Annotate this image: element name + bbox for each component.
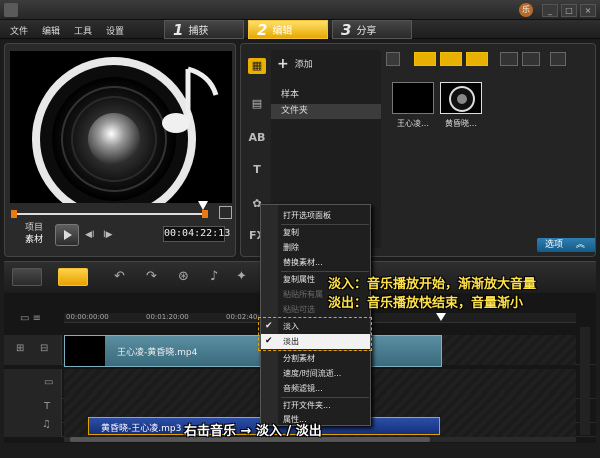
menu-tools[interactable]: 工具: [74, 24, 92, 37]
folder-item-folder[interactable]: 文件夹: [271, 104, 381, 119]
media-library-icon[interactable]: ▦: [248, 58, 266, 74]
scrubber-track[interactable]: [11, 201, 208, 219]
preview-panel: 项目 素材 ◀I I▶ 00:04:22:13: [4, 43, 236, 257]
fade-options-highlight: [258, 317, 372, 351]
tab-edit[interactable]: 2 编辑: [248, 20, 328, 39]
user-badge[interactable]: 乐: [519, 3, 533, 17]
plus-icon: +: [277, 56, 289, 72]
step-number: 2: [257, 20, 268, 39]
track-header: ♫: [4, 415, 62, 437]
mixer-icon[interactable]: ♪: [210, 269, 218, 285]
mode-project[interactable]: 项目: [25, 222, 43, 234]
step-number: 3: [341, 20, 352, 39]
thumbnail-view-icon[interactable]: [522, 52, 540, 66]
track-manager-icon[interactable]: ▭ ≡: [20, 313, 41, 324]
tick-label: 00:01:20:00: [146, 313, 189, 321]
audio-speaker-thumbnail[interactable]: [440, 82, 482, 114]
preview-mode-switch[interactable]: 项目 素材: [25, 222, 43, 246]
video-track-icon[interactable]: ⊞: [16, 343, 24, 354]
list-view-icon[interactable]: [500, 52, 518, 66]
tab-label: 捕获: [188, 26, 209, 37]
add-folder-button[interactable]: + 添加: [277, 56, 313, 72]
overlay-track-icon[interactable]: ▭: [44, 377, 53, 388]
preview-screen: [10, 51, 232, 203]
sort-icon[interactable]: [550, 52, 566, 66]
speaker-icon: [449, 86, 475, 112]
show-videos-icon[interactable]: [414, 52, 436, 66]
chevron-up-icon: ︽: [575, 240, 585, 250]
storyboard-view-button[interactable]: [12, 268, 42, 286]
library-item-label: 黄昏晓…: [445, 119, 477, 128]
tick-label: 00:00:00:00: [66, 313, 109, 321]
trim-end-handle[interactable]: [202, 210, 208, 218]
menu-item-split-clip[interactable]: 分割素材: [261, 351, 370, 366]
library-toolbar: [386, 52, 592, 68]
options-button[interactable]: 选项 ︽: [537, 238, 595, 252]
menu-item-replace-clip[interactable]: 替换素材...: [261, 255, 370, 270]
app-logo-icon: [4, 3, 18, 17]
title-ab-icon[interactable]: AB: [248, 130, 266, 146]
tab-label: 分享: [356, 26, 377, 37]
scrubber-handle[interactable]: [198, 201, 208, 210]
transition-icon[interactable]: ▤: [248, 96, 266, 112]
timeline-playhead[interactable]: [436, 313, 446, 321]
video-clip[interactable]: 王心凌-黄昏晓.mp4: [64, 335, 442, 367]
folder-item-samples[interactable]: 样本: [271, 88, 381, 103]
timeline-view-button[interactable]: [58, 268, 88, 286]
title-bar: 乐 _ □ ×: [0, 0, 600, 20]
browse-folder-icon[interactable]: [386, 52, 400, 66]
annotation-instruction: 右击音乐 → 淡入 / 淡出: [184, 424, 322, 439]
step-number: 1: [173, 20, 184, 39]
menu-item-open-file-folder[interactable]: 打开文件夹...: [261, 398, 370, 413]
video-clip-label: 王心凌-黄昏晓.mp4: [117, 348, 198, 358]
video-clip-thumbnail[interactable]: [392, 82, 434, 114]
music-note-speaker-image: [32, 57, 219, 203]
annotation-fade-in: 淡入：音乐播放开始，渐渐放大音量: [328, 277, 537, 292]
enlarge-preview-icon[interactable]: [219, 206, 232, 219]
next-frame-button[interactable]: I▶: [103, 230, 113, 240]
play-button[interactable]: [55, 224, 79, 246]
maximize-button[interactable]: □: [561, 3, 577, 17]
add-label: 添加: [294, 60, 313, 70]
tab-share[interactable]: 3 分享: [332, 20, 412, 39]
library-items: 王心凌… 黄昏晓…: [386, 74, 592, 224]
menu-file[interactable]: 文件: [10, 24, 28, 37]
music-track-icon[interactable]: ♫: [42, 419, 51, 430]
timeline-vertical-scrollbar[interactable]: [580, 327, 590, 435]
show-audio-icon[interactable]: [466, 52, 488, 66]
minimize-button[interactable]: _: [542, 3, 558, 17]
text-icon[interactable]: T: [248, 162, 266, 178]
menu-item-audio-filter[interactable]: 音频滤镜...: [261, 381, 370, 396]
scrubber-line: [11, 213, 207, 215]
mode-clip[interactable]: 素材: [25, 234, 43, 246]
video-clip-thumbnail: [65, 336, 105, 366]
undo-icon[interactable]: ↶: [114, 269, 125, 285]
annotation-fade-out: 淡出：音乐播放快结束，音量渐小: [328, 296, 524, 311]
menu-edit[interactable]: 编辑: [42, 24, 60, 37]
window-controls: 乐 _ □ ×: [519, 3, 596, 17]
context-menu: 打开选项面板 复制 删除 替换素材... 复制属性 粘贴所有属 粘贴可选 ✔ 淡…: [260, 204, 371, 426]
redo-icon[interactable]: ↷: [146, 269, 157, 285]
record-capture-icon[interactable]: ⊛: [178, 269, 189, 285]
menu-item-copy[interactable]: 复制: [261, 225, 370, 240]
menu-item-delete[interactable]: 删除: [261, 240, 370, 255]
close-button[interactable]: ×: [580, 3, 596, 17]
options-label: 选项: [545, 240, 564, 250]
menu-item-open-options-panel[interactable]: 打开选项面板: [261, 208, 370, 223]
tab-capture[interactable]: 1 捕获: [164, 20, 244, 39]
ripple-icon[interactable]: ⊟: [40, 343, 48, 354]
library-item-label: 王心凌…: [397, 119, 429, 128]
menu-item-speed-time-stretch[interactable]: 速度/时间流逝...: [261, 366, 370, 381]
audio-clip-label: 黄昏晓-王心凌.mp3: [101, 424, 182, 434]
prev-frame-button[interactable]: ◀I: [85, 230, 95, 240]
show-photos-icon[interactable]: [440, 52, 462, 66]
track-header: ⊞ ⊟: [4, 335, 62, 365]
auto-music-icon[interactable]: ✦: [236, 269, 247, 285]
tab-label: 编辑: [272, 26, 293, 37]
timecode-display[interactable]: 00:04:22:13: [163, 226, 230, 242]
trim-start-handle[interactable]: [11, 210, 17, 218]
menu-settings[interactable]: 设置: [106, 24, 124, 37]
title-track-icon[interactable]: T: [44, 401, 50, 412]
